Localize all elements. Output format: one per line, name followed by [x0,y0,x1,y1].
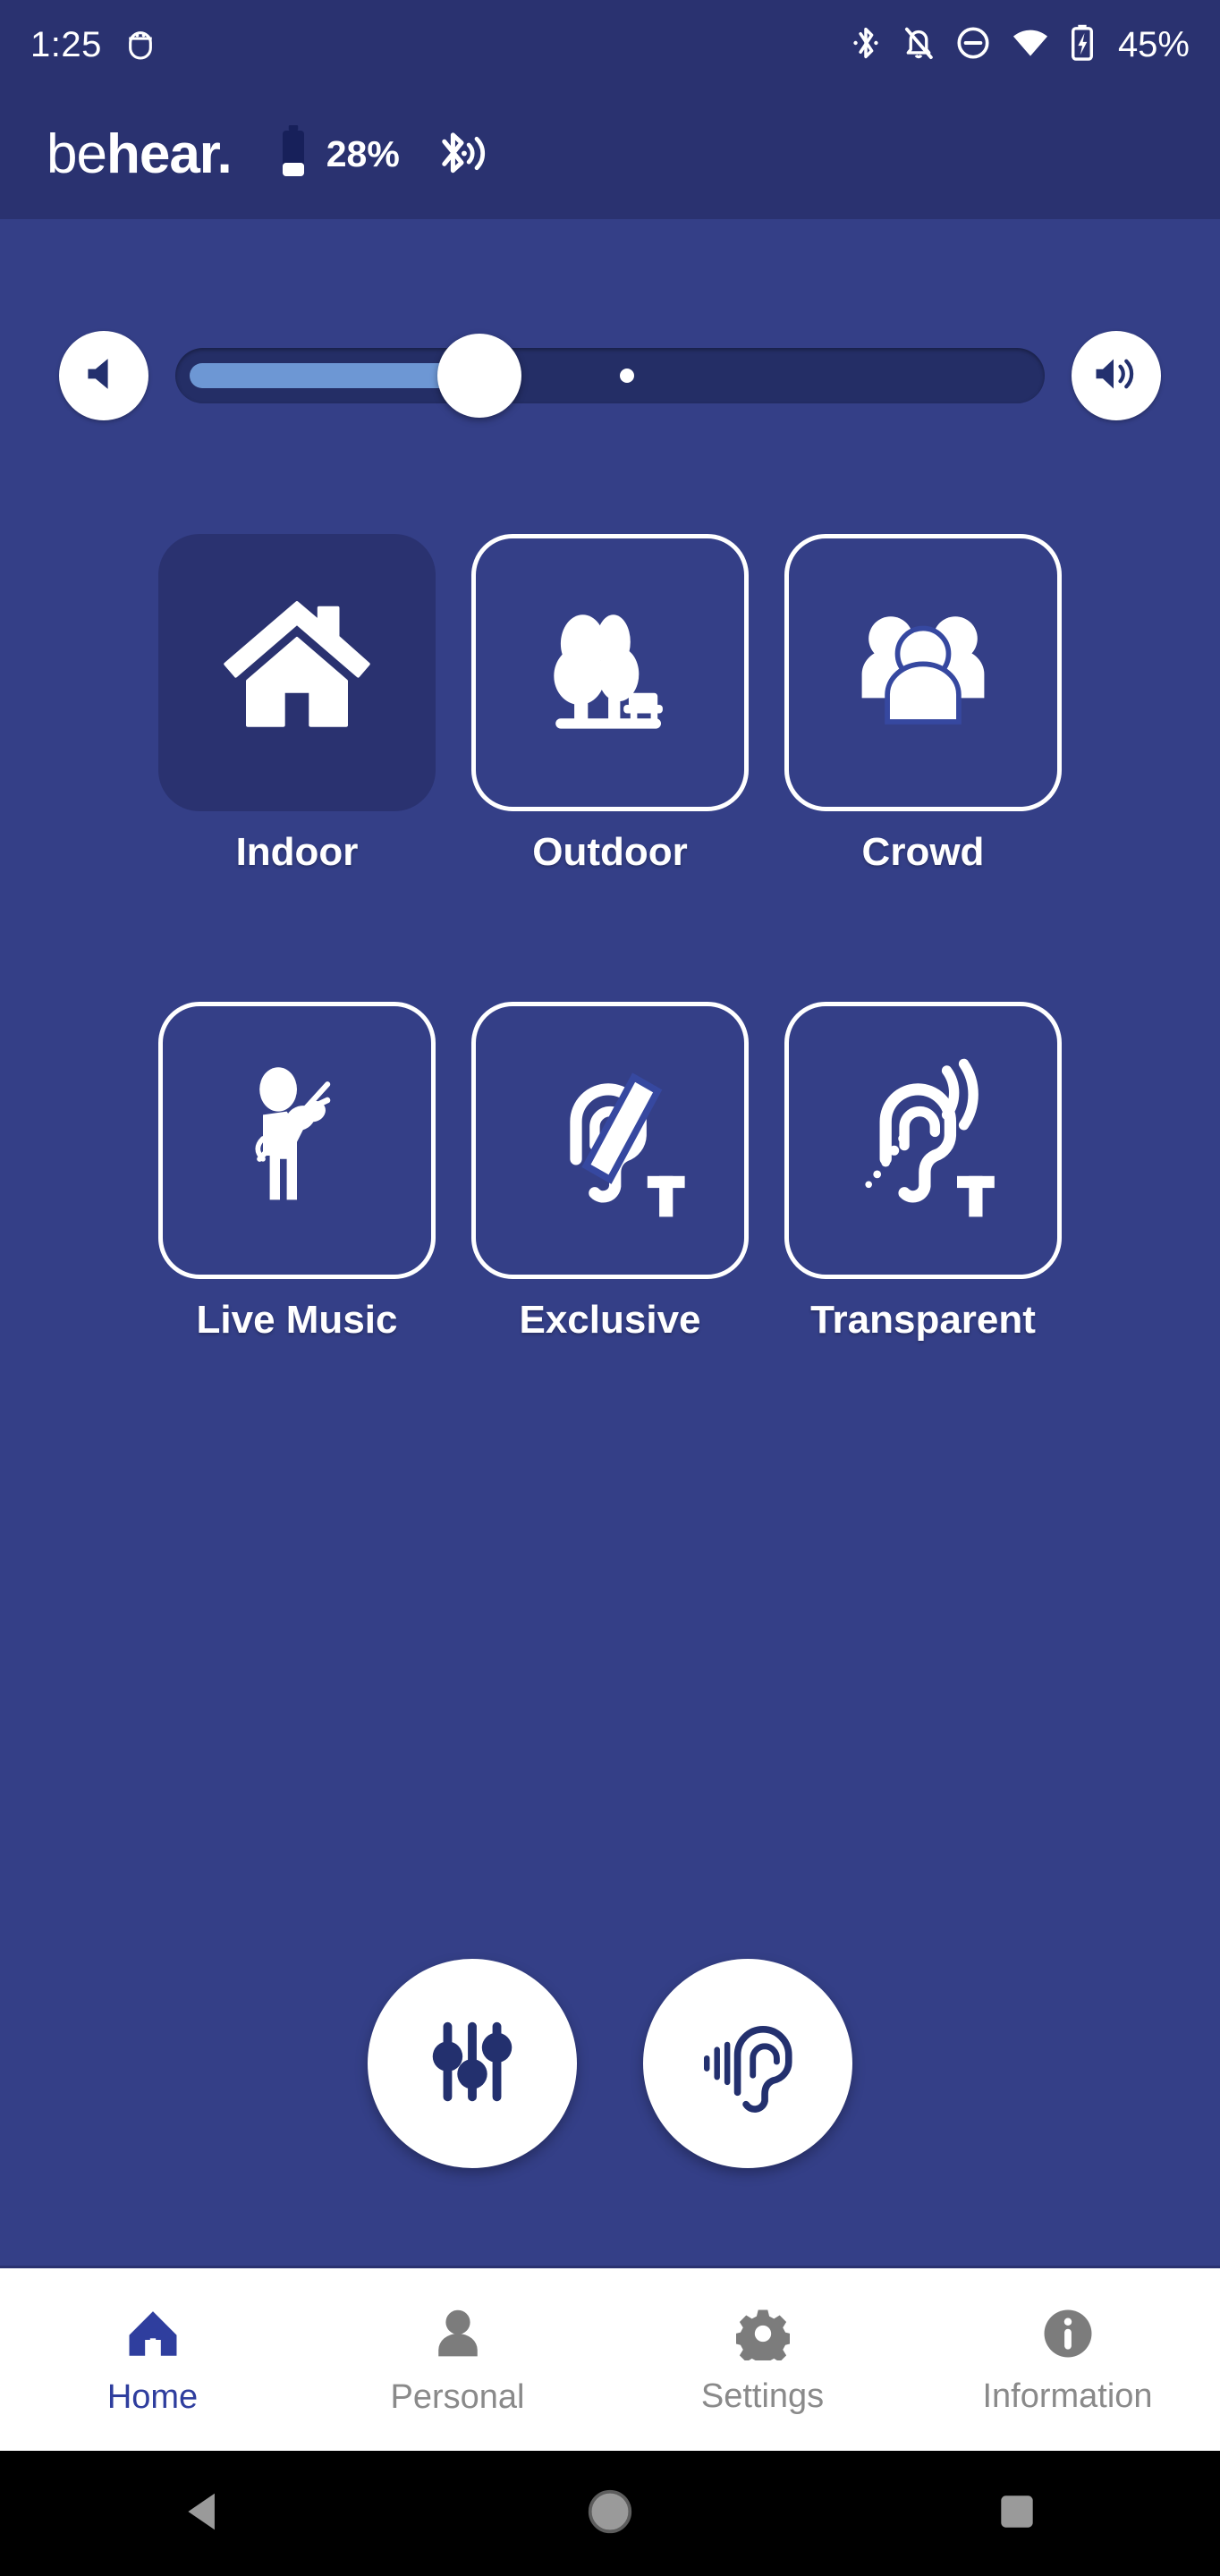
device-battery-icon [278,125,309,183]
nav-item-home[interactable]: Home [0,2268,305,2451]
mode-card-exclusive[interactable] [471,1002,749,1279]
mode-label-crowd: Crowd [861,830,985,874]
bluetooth-icon [850,23,882,67]
bottom-navigation: Home Personal Settings Information [0,2266,1220,2451]
nav-item-information[interactable]: Information [915,2268,1220,2451]
mode-grid-row-1: Indoor Outdoor Crowd [0,534,1220,872]
app-screen: 1:25 45% behear. 28% Indoor Outdoor Crow… [0,0,1220,2576]
mode-cell-live-music[interactable]: Live Music [158,1002,436,1340]
android-status-bar: 1:25 45% [0,0,1220,89]
ear-hearing-icon [693,2007,802,2121]
status-bar-right: 45% [850,23,1190,67]
equalizer-sliders-icon [419,2009,525,2119]
mode-grid-row-2: Live Music Exclusive Transparent [0,1002,1220,1340]
behear-logo: behear. [47,126,233,182]
home-icon [126,2306,180,2366]
bluetooth-connected-icon [432,127,491,182]
trees-bench-icon [525,586,695,760]
mode-label-indoor: Indoor [235,830,359,874]
people-group-icon [838,586,1008,760]
gear-icon [733,2307,792,2368]
mode-card-transparent[interactable] [784,1002,1062,1279]
person-icon [432,2306,484,2366]
mode-card-outdoor[interactable] [471,534,749,811]
mode-label-live-music: Live Music [196,1298,398,1342]
mode-card-indoor[interactable] [158,534,436,811]
device-battery-status: 28% [278,125,400,183]
mode-cell-transparent[interactable]: Transparent [784,1002,1062,1340]
nav-label-personal: Personal [390,2377,525,2416]
info-circle-icon [1041,2307,1095,2365]
logo-light-part: be [47,123,107,185]
volume-down-button[interactable] [59,331,148,420]
floating-action-row [0,1959,1220,2168]
square-recents-icon [996,2491,1038,2537]
violinist-icon [212,1054,382,1228]
volume-default-marker [620,369,635,383]
ear-telecoil-blocked-icon [525,1054,695,1228]
wifi-icon [1011,27,1050,64]
mode-cell-exclusive[interactable]: Exclusive [471,1002,749,1340]
nav-label-settings: Settings [700,2377,825,2415]
device-battery-percent: 28% [326,133,400,174]
volume-up-button[interactable] [1072,331,1161,420]
volume-down-icon [80,351,127,402]
volume-control-row [0,313,1220,438]
battery-charging-icon [1070,23,1095,67]
mode-label-transparent: Transparent [810,1298,1036,1342]
system-home-button[interactable] [538,2451,682,2576]
mode-cell-crowd[interactable]: Crowd [784,534,1062,872]
notifications-off-icon [902,23,936,67]
mode-card-crowd[interactable] [784,534,1062,811]
mode-card-live-music[interactable] [158,1002,436,1279]
hearing-assessment-button[interactable] [643,1959,852,2168]
mode-cell-outdoor[interactable]: Outdoor [471,534,749,872]
house-icon [212,586,382,760]
status-bar-clock: 1:25 [30,25,102,64]
volume-slider-thumb[interactable] [437,334,522,418]
volume-slider-fill [190,363,479,388]
nav-item-settings[interactable]: Settings [610,2268,915,2451]
system-back-button[interactable] [131,2451,275,2576]
status-bar-left: 1:25 [30,25,156,65]
mode-label-exclusive: Exclusive [519,1298,701,1342]
equalizer-button[interactable] [368,1959,577,2168]
volume-up-icon [1092,351,1140,402]
app-header: behear. 28% [0,89,1220,219]
android-system-nav [0,2451,1220,2576]
nav-label-home: Home [106,2377,199,2416]
status-bar-battery-percent: 45% [1117,25,1190,64]
app-body: Indoor Outdoor Crowd Live Music Exclusiv… [0,219,1220,2266]
do-not-disturb-icon [955,25,991,65]
nav-label-information: Information [982,2377,1153,2415]
mode-cell-indoor[interactable]: Indoor [158,534,436,872]
nav-item-personal[interactable]: Personal [305,2268,610,2451]
ear-telecoil-waves-icon [838,1054,1008,1228]
system-recents-button[interactable] [945,2451,1089,2576]
android-debug-icon [125,25,156,65]
volume-slider[interactable] [175,334,1045,418]
logo-bold-part: hear. [106,123,233,185]
triangle-back-icon [182,2488,225,2539]
circle-home-icon [587,2488,633,2539]
mode-label-outdoor: Outdoor [532,830,688,874]
